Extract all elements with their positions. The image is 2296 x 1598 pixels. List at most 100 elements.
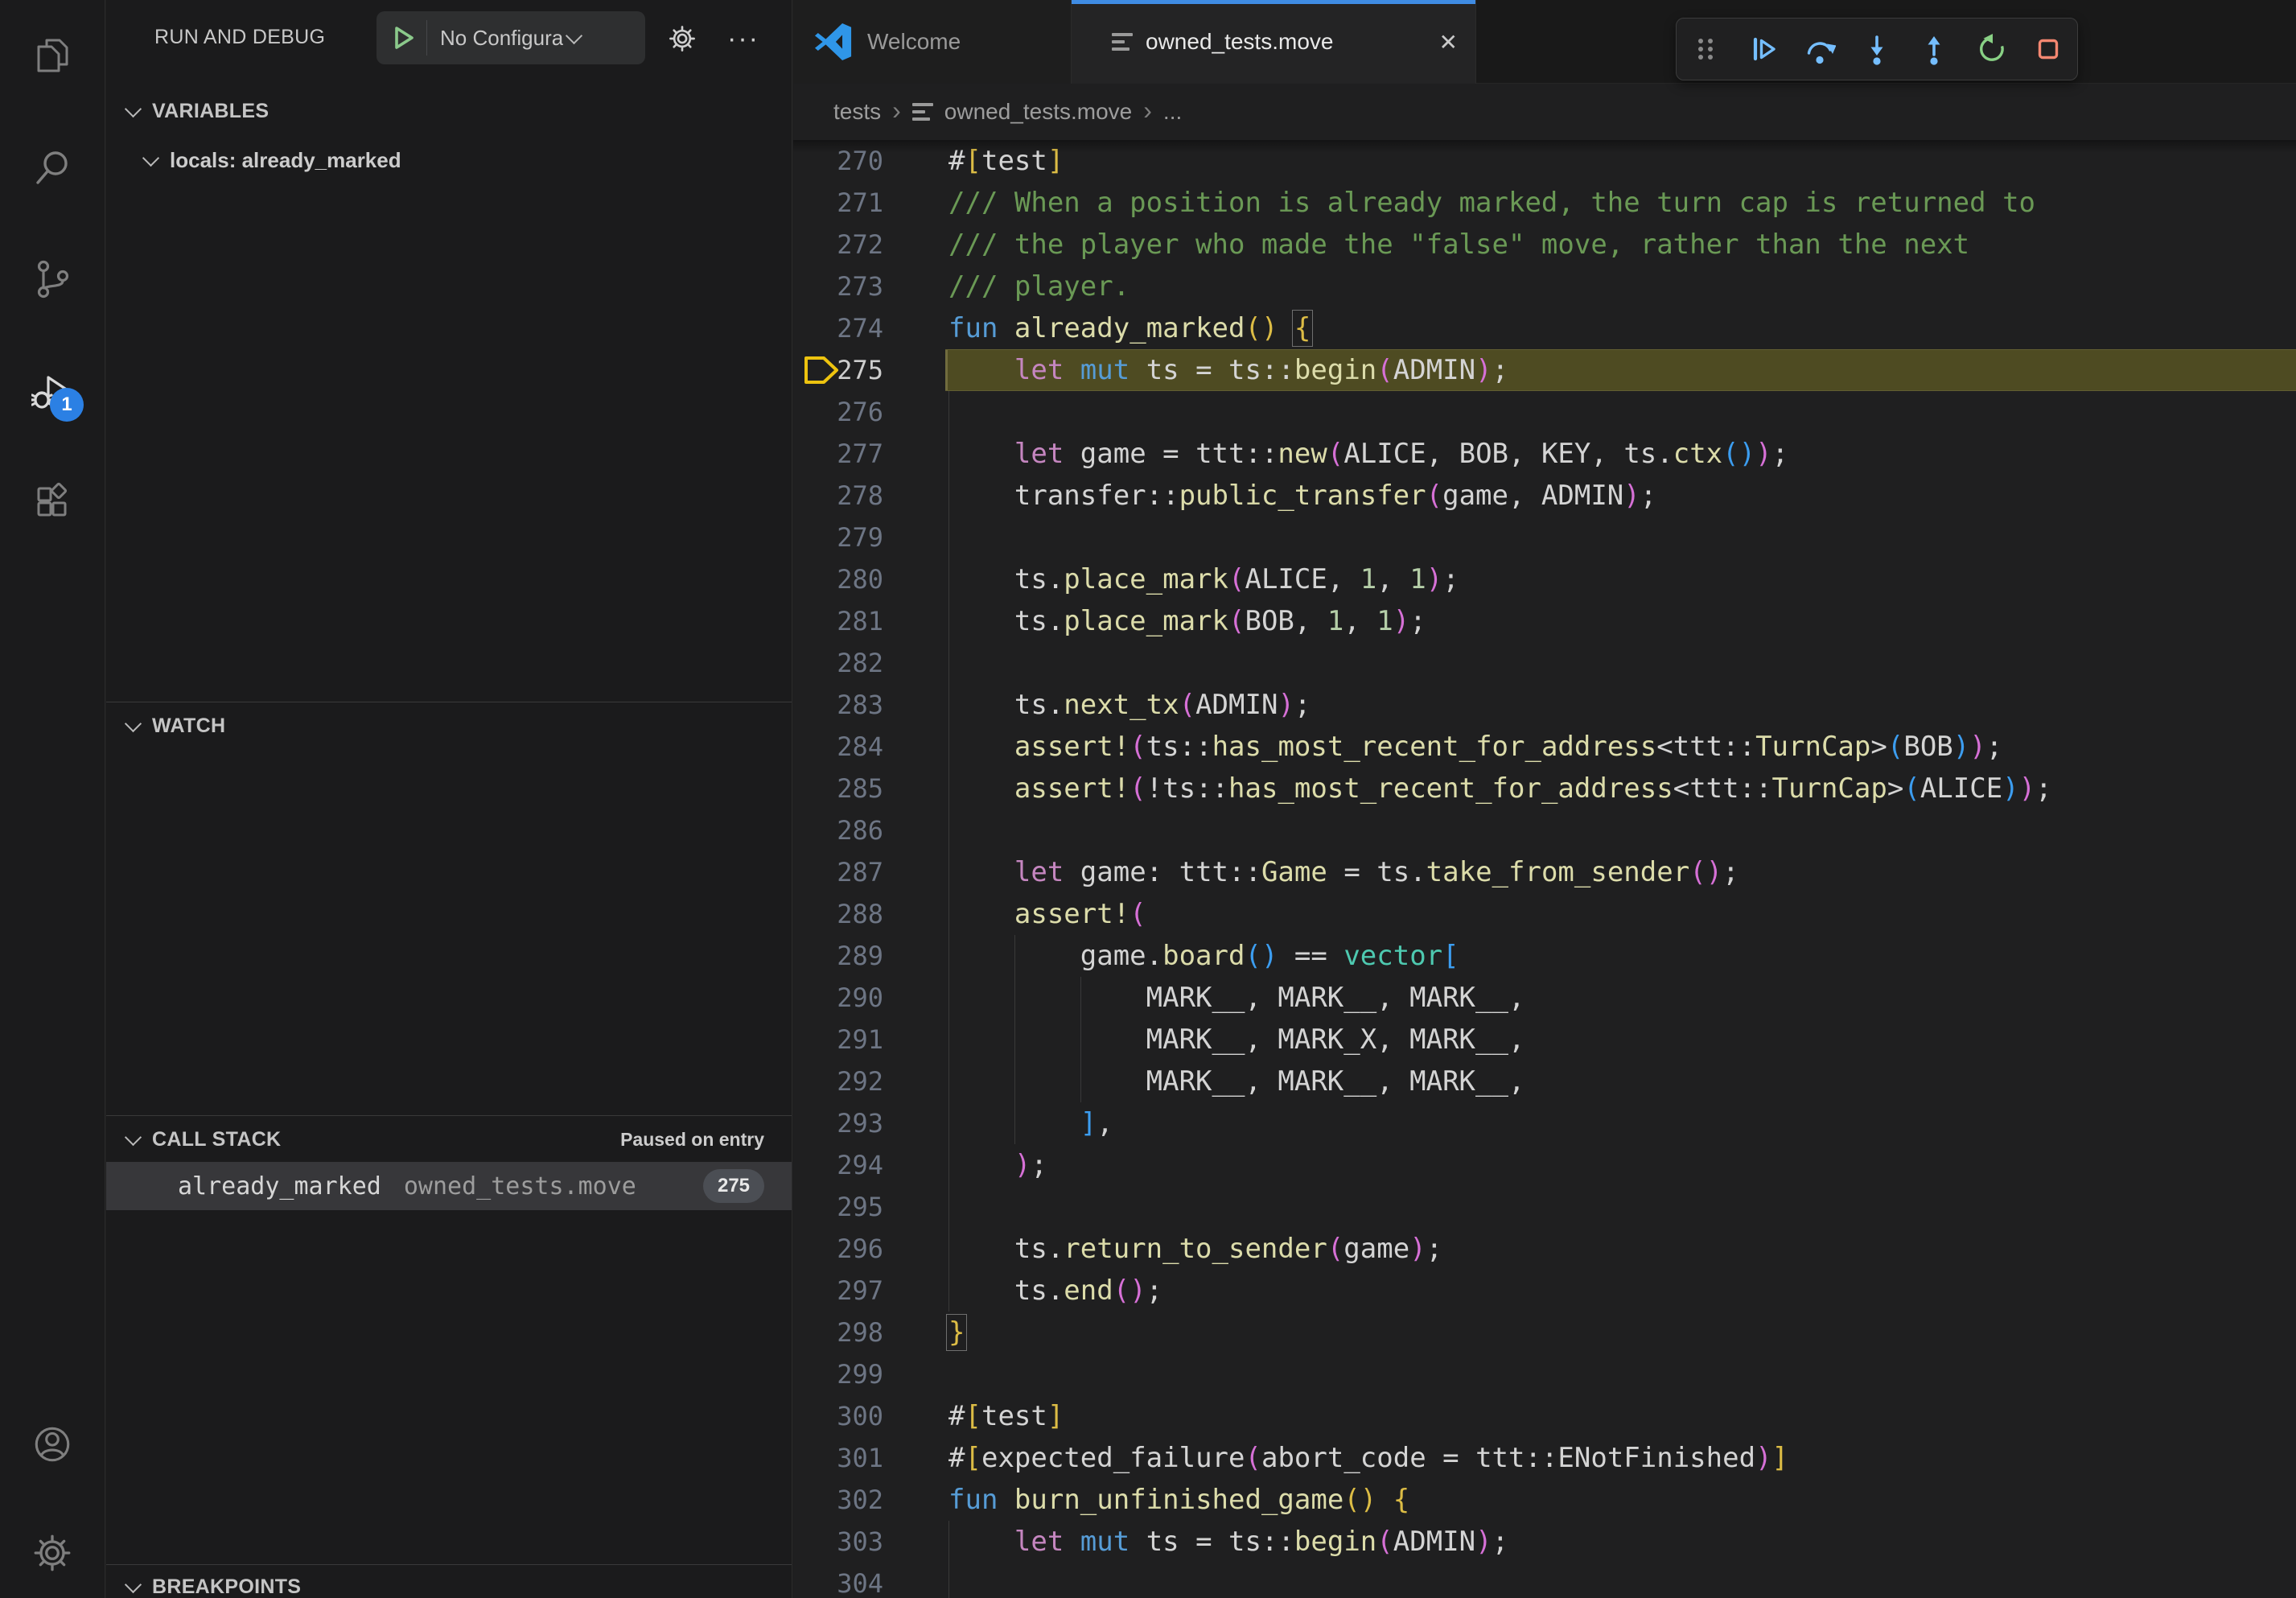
breadcrumb-file[interactable]: owned_tests.move — [944, 99, 1132, 125]
code-line[interactable]: 294 ); — [793, 1144, 2296, 1186]
code-text[interactable]: ts.next_tx(ADMIN); — [948, 684, 1311, 726]
code-text[interactable]: MARK__, MARK_X, MARK__, — [948, 1019, 1524, 1061]
code-text[interactable]: ); — [948, 1144, 1047, 1186]
line-number[interactable]: 290 — [793, 977, 883, 1019]
code-line[interactable]: 296 ts.return_to_sender(game); — [793, 1228, 2296, 1270]
line-number[interactable]: 276 — [793, 391, 883, 433]
code-line[interactable]: 293 ], — [793, 1102, 2296, 1144]
code-line[interactable]: 289 game.board() == vector[ — [793, 935, 2296, 977]
line-number[interactable]: 298 — [793, 1312, 883, 1353]
code-line[interactable]: 281 ts.place_mark(BOB, 1, 1); — [793, 600, 2296, 642]
breadcrumb-more[interactable]: ... — [1163, 99, 1182, 125]
sidebar-item-search[interactable] — [0, 128, 105, 208]
debug-settings-button[interactable] — [663, 19, 702, 58]
step-over-button[interactable] — [1799, 28, 1841, 70]
code-line[interactable]: 287 let game: ttt::Game = ts.take_from_s… — [793, 851, 2296, 893]
code-line[interactable]: 300 #[test] — [793, 1395, 2296, 1437]
line-number[interactable]: 294 — [793, 1144, 883, 1186]
line-number[interactable]: 284 — [793, 726, 883, 768]
line-number[interactable]: 302 — [793, 1479, 883, 1521]
code-line[interactable]: 291 MARK__, MARK_X, MARK__, — [793, 1019, 2296, 1061]
code-text[interactable]: ts.end(); — [948, 1270, 1162, 1312]
code-text[interactable]: } — [948, 1312, 965, 1353]
line-number[interactable]: 281 — [793, 600, 883, 642]
breadcrumb-folder[interactable]: tests — [833, 99, 881, 125]
code-line[interactable]: 280 ts.place_mark(ALICE, 1, 1); — [793, 558, 2296, 600]
views-more-actions-button[interactable]: ··· — [724, 19, 763, 58]
code-line[interactable]: 299 — [793, 1353, 2296, 1395]
line-number[interactable]: 295 — [793, 1186, 883, 1228]
sidebar-item-run-and-debug[interactable]: 1 — [0, 352, 105, 433]
sidebar-item-explorer[interactable] — [0, 15, 105, 96]
line-number[interactable]: 304 — [793, 1563, 883, 1598]
code-text[interactable]: fun burn_unfinished_game() { — [948, 1479, 1409, 1521]
line-number[interactable]: 273 — [793, 266, 883, 307]
code-text[interactable]: let mut ts = ts::begin(ADMIN); — [948, 349, 1508, 391]
code-text[interactable]: ts.place_mark(BOB, 1, 1); — [948, 600, 1426, 642]
restart-button[interactable] — [1970, 28, 2012, 70]
line-number[interactable]: 303 — [793, 1521, 883, 1563]
line-number[interactable]: 270 — [793, 140, 883, 182]
line-number[interactable]: 278 — [793, 475, 883, 517]
code-line[interactable]: 272/// the player who made the "false" m… — [793, 224, 2296, 266]
line-number[interactable]: 271 — [793, 182, 883, 224]
code-line[interactable]: 297 ts.end(); — [793, 1270, 2296, 1312]
sidebar-item-settings[interactable] — [0, 1513, 105, 1593]
code-text[interactable]: ts.return_to_sender(game); — [948, 1228, 1442, 1270]
code-text[interactable]: /// player. — [948, 266, 1129, 307]
tab-owned-tests-move[interactable]: owned_tests.move ✕ — [1072, 0, 1476, 84]
sidebar-item-account[interactable] — [0, 1404, 105, 1485]
code-line[interactable]: 303 let mut ts = ts::begin(ADMIN); — [793, 1521, 2296, 1563]
variables-scope-row[interactable]: locals: already_marked — [145, 138, 401, 182]
code-line[interactable]: 304 — [793, 1563, 2296, 1598]
code-line[interactable]: 270 #[test] — [793, 140, 2296, 182]
section-header-variables[interactable]: VARIABLES — [127, 90, 269, 132]
step-out-button[interactable] — [1913, 28, 1955, 70]
code-line[interactable]: 274fun already_marked() { — [793, 307, 2296, 349]
code-line[interactable]: 295 — [793, 1186, 2296, 1228]
code-text[interactable]: ts.place_mark(ALICE, 1, 1); — [948, 558, 1459, 600]
code-text[interactable]: assert!( — [948, 893, 1146, 935]
code-line[interactable]: 288 assert!( — [793, 893, 2296, 935]
section-header-breakpoints[interactable]: BREAKPOINTS — [127, 1566, 301, 1598]
line-number[interactable]: 285 — [793, 768, 883, 809]
code-line[interactable]: 284 assert!(ts::has_most_recent_for_addr… — [793, 726, 2296, 768]
code-line[interactable]: 278 transfer::public_transfer(game, ADMI… — [793, 475, 2296, 517]
line-number[interactable]: 293 — [793, 1102, 883, 1144]
code-editor[interactable]: 270 #[test] 271 /// When a position is alre… — [793, 140, 2296, 1598]
code-text[interactable]: /// When a position is already marked, t… — [948, 182, 2035, 224]
line-number[interactable]: 300 — [793, 1395, 883, 1437]
line-number[interactable]: 301 — [793, 1437, 883, 1479]
line-number[interactable]: 299 — [793, 1353, 883, 1395]
line-number[interactable]: 288 — [793, 893, 883, 935]
sidebar-item-extensions[interactable] — [0, 462, 105, 542]
code-line[interactable]: 292 MARK__, MARK__, MARK__, — [793, 1061, 2296, 1102]
continue-button[interactable] — [1742, 28, 1784, 70]
line-number[interactable]: 291 — [793, 1019, 883, 1061]
line-number[interactable]: 277 — [793, 433, 883, 475]
launch-configuration-dropdown[interactable]: No Configura — [376, 11, 645, 64]
step-into-button[interactable] — [1856, 28, 1898, 70]
code-line[interactable]: 271 /// When a position is already marked… — [793, 182, 2296, 224]
line-number[interactable]: 272 — [793, 224, 883, 266]
line-number[interactable]: 289 — [793, 935, 883, 977]
code-line[interactable]: 298} — [793, 1312, 2296, 1353]
code-line[interactable]: 285 assert!(!ts::has_most_recent_for_add… — [793, 768, 2296, 809]
code-line[interactable]: 302 fun burn_unfinished_game() { — [793, 1479, 2296, 1521]
code-text[interactable]: fun already_marked() { — [948, 307, 1311, 349]
code-line[interactable]: 286 — [793, 809, 2296, 851]
code-text[interactable]: #[test] — [948, 140, 1064, 182]
code-text[interactable]: MARK__, MARK__, MARK__, — [948, 977, 1524, 1019]
code-text[interactable]: let mut ts = ts::begin(ADMIN); — [948, 1521, 1508, 1563]
sidebar-item-source-control[interactable] — [0, 239, 105, 319]
code-text[interactable]: assert!(!ts::has_most_recent_for_address… — [948, 768, 2052, 809]
code-text[interactable]: #[test] — [948, 1395, 1064, 1437]
line-number[interactable]: 279 — [793, 517, 883, 558]
close-icon[interactable]: ✕ — [1439, 29, 1458, 56]
code-text[interactable]: MARK__, MARK__, MARK__, — [948, 1061, 1524, 1102]
section-header-call-stack[interactable]: CALL STACK — [127, 1118, 281, 1160]
code-line[interactable]: 279 — [793, 517, 2296, 558]
line-number[interactable]: 283 — [793, 684, 883, 726]
line-number[interactable]: 282 — [793, 642, 883, 684]
call-stack-frame-row[interactable]: already_marked owned_tests.move 275 — [106, 1162, 792, 1210]
